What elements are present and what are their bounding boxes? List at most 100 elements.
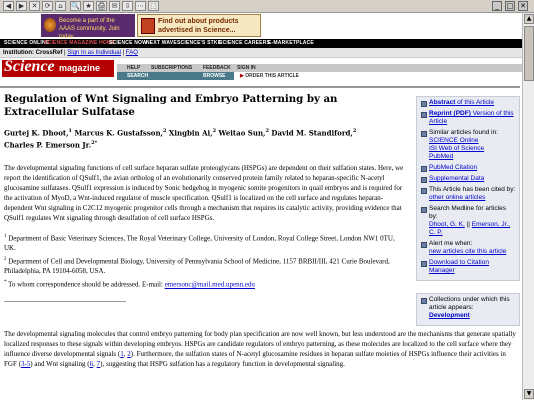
author: Weitao Sun, — [218, 128, 266, 138]
alert-link[interactable]: new articles cite this article — [429, 248, 506, 255]
fullscreen-icon[interactable]: ⬚ — [148, 1, 159, 11]
author: Marcus K. Gustafsson, — [74, 128, 163, 138]
institution-bar: Institution: CrossRef | Sign In as Indiv… — [0, 48, 534, 58]
collections-label: Collections under which this article app… — [429, 296, 510, 311]
nav-e-marketplace[interactable]: E-MARKETPLACE — [268, 40, 314, 46]
abstract-link-rest[interactable]: of this Article — [455, 99, 494, 106]
nav-science-careers[interactable]: SCIENCE CAREERS — [219, 40, 270, 46]
scroll-thumb[interactable] — [524, 26, 534, 81]
aaas-ad[interactable]: Become a part of the AAAS community. Joi… — [41, 14, 135, 40]
supplemental-link[interactable]: Supplemental Data — [429, 175, 484, 182]
refresh-icon[interactable]: ⟳ — [42, 1, 53, 11]
sidebar-item-similar: Similar articles found in: SCIENCE Onlin… — [420, 129, 516, 161]
forward-icon[interactable]: ▶ — [16, 1, 27, 11]
nav-help[interactable]: HELP — [127, 65, 140, 71]
author: David M. Standiford, — [271, 128, 353, 138]
similar-isi-link[interactable]: ISI Web of Science — [429, 145, 484, 152]
cited-by-link[interactable]: other online articles — [429, 194, 485, 201]
author-list: Gurtej K. Dhoot,1 Marcus K. Gustafsson, 2… — [4, 126, 408, 151]
nav-browse[interactable]: BROWSE — [203, 73, 226, 79]
order-article-link[interactable]: ▶ ORDER THIS ARTICLE — [240, 73, 299, 79]
author-affil-sup: 2 — [352, 128, 357, 134]
institution-name: CrossRef — [35, 50, 63, 56]
search-icon[interactable]: 🔍 — [70, 1, 81, 11]
author: Charles P. Emerson Jr. — [4, 140, 92, 150]
nav-search[interactable]: SEARCH — [127, 73, 148, 79]
scroll-up-icon[interactable]: ▲ — [524, 14, 534, 24]
close-icon[interactable]: ✕ — [518, 1, 528, 11]
back-icon[interactable]: ◀ — [3, 1, 14, 11]
search-browse-nav: SEARCH BROWSE — [117, 72, 234, 80]
download-icon[interactable]: ⇩ — [122, 1, 133, 11]
vertical-scrollbar[interactable]: ▲ ▼ — [522, 13, 534, 400]
abstract-link[interactable]: Abstract — [429, 99, 455, 106]
reference-link[interactable]: 3-5 — [21, 360, 30, 368]
nav-next-wave[interactable]: NEXT WAVE — [146, 40, 177, 46]
mail-icon[interactable]: ✉ — [109, 1, 120, 11]
sidebar-item-abstract: Abstract of this Article — [420, 99, 516, 107]
institution-label: Institution: — [3, 50, 34, 56]
sidebar-item-collections: Collections under which this article app… — [420, 296, 516, 320]
maximize-icon[interactable]: □ — [505, 1, 515, 11]
nav-science-now[interactable]: SCIENCE NOW — [109, 40, 147, 46]
order-article-label: ORDER THIS ARTICLE — [245, 73, 299, 79]
download-citation-link[interactable]: Download to Citation Manager — [429, 259, 489, 274]
nav-science-magazine-home[interactable]: SCIENCE MAGAZINE HOME — [44, 40, 115, 46]
browser-toolbar: ◀ ▶ ✕ ⟳ ⌂ 🔍 ★ 🖨 ✉ ⇩ ⋯ ⬚ _ □ ✕ — [0, 0, 534, 13]
article-tools-sidebar: Abstract of this Article Reprint (PDF) V… — [416, 96, 520, 326]
more-icon[interactable]: ⋯ — [135, 1, 146, 11]
alert-label: Alert me when: — [429, 240, 473, 247]
sidebar-item-cited-by: This Article has been cited by: other onl… — [420, 186, 516, 202]
products-ad[interactable]: Find out about products advertised in Sc… — [137, 14, 261, 37]
affiliation-1: 1 Department of Basic Veterinary Science… — [4, 232, 408, 253]
sidebar-item-download-citation: Download to Citation Manager — [420, 259, 516, 275]
nav-science-online[interactable]: SCIENCE ONLINE — [4, 40, 49, 46]
author: Gurtej K. Dhoot, — [4, 128, 69, 138]
separator: | — [64, 50, 66, 56]
sign-in-link[interactable]: Sign In as Individual — [67, 50, 121, 56]
footnote-divider — [4, 300, 126, 302]
science-logo[interactable]: Science magazine — [2, 58, 114, 77]
collection-development-link[interactable]: Development — [429, 312, 470, 319]
sidebar-item-search-medline: Search Medline for articles by: Dhoot, G… — [420, 205, 516, 237]
nav-sign-in[interactable]: SIGN IN — [237, 65, 256, 71]
collections-box: Collections under which this article app… — [416, 293, 520, 326]
minimize-icon[interactable]: _ — [492, 1, 502, 11]
print-icon[interactable]: 🖨 — [96, 1, 107, 11]
home-icon[interactable]: ⌂ — [55, 1, 66, 11]
aaas-ad-text: Become a part of the AAAS community. Joi… — [59, 18, 120, 40]
author-affil-sup: 1 — [68, 128, 73, 134]
sidebar-item-reprint: Reprint (PDF) Version of this Article — [420, 110, 516, 126]
favorites-icon[interactable]: ★ — [83, 1, 94, 11]
banner: Become a part of the AAAS community. Joi… — [0, 13, 534, 40]
search-author-link[interactable]: Dhoot, G. K. — [429, 221, 465, 228]
cited-label: This Article has been cited by: — [429, 186, 516, 193]
search-medline-label: Search Medline for articles by: — [429, 205, 506, 220]
logo-magazine-text: magazine — [59, 63, 101, 73]
nav-sciences-stke[interactable]: SCIENCE'S STKE — [177, 40, 221, 46]
scroll-down-icon[interactable]: ▼ — [524, 389, 534, 399]
stop-icon[interactable]: ✕ — [29, 1, 40, 11]
sidebar-item-pubmed-citation: PubMed Citation — [420, 164, 516, 172]
nav-subscriptions[interactable]: SUBSCRIPTIONS — [151, 65, 192, 71]
similar-label: Similar articles found in: — [429, 129, 498, 136]
separator: | — [122, 50, 125, 56]
abstract-text: The developmental signaling functions of… — [4, 163, 404, 222]
logo-science-text: Science — [4, 58, 55, 75]
nav-feedback[interactable]: FEEDBACK — [203, 65, 231, 71]
affiliation-2: 2 Department of Cell and Developmental B… — [4, 255, 408, 276]
aaas-logo-icon — [44, 18, 56, 32]
body-paragraph: The developmental signaling molecules th… — [4, 329, 518, 369]
pubmed-citation-link[interactable]: PubMed Citation — [429, 164, 477, 171]
affiliation-text: Department of Basic Veterinary Sciences,… — [4, 233, 395, 252]
separator: || — [464, 221, 472, 228]
faq-link[interactable]: FAQ — [126, 50, 138, 56]
similar-science-online-link[interactable]: SCIENCE Online — [429, 137, 479, 144]
email-link[interactable]: emersonc@mail.med.upenn.edu — [165, 281, 255, 289]
products-ad-text: Find out about products advertised in Sc… — [158, 18, 239, 34]
reprint-link[interactable]: Reprint (PDF) — [429, 110, 471, 117]
body-text: ), suggesting that HSPG sulfation has a … — [100, 360, 345, 368]
affiliations: 1 Department of Basic Veterinary Science… — [4, 232, 408, 290]
similar-pubmed-link[interactable]: PubMed — [429, 153, 453, 160]
utility-nav: HELP SUBSCRIPTIONS FEEDBACK SIGN IN — [117, 64, 534, 72]
